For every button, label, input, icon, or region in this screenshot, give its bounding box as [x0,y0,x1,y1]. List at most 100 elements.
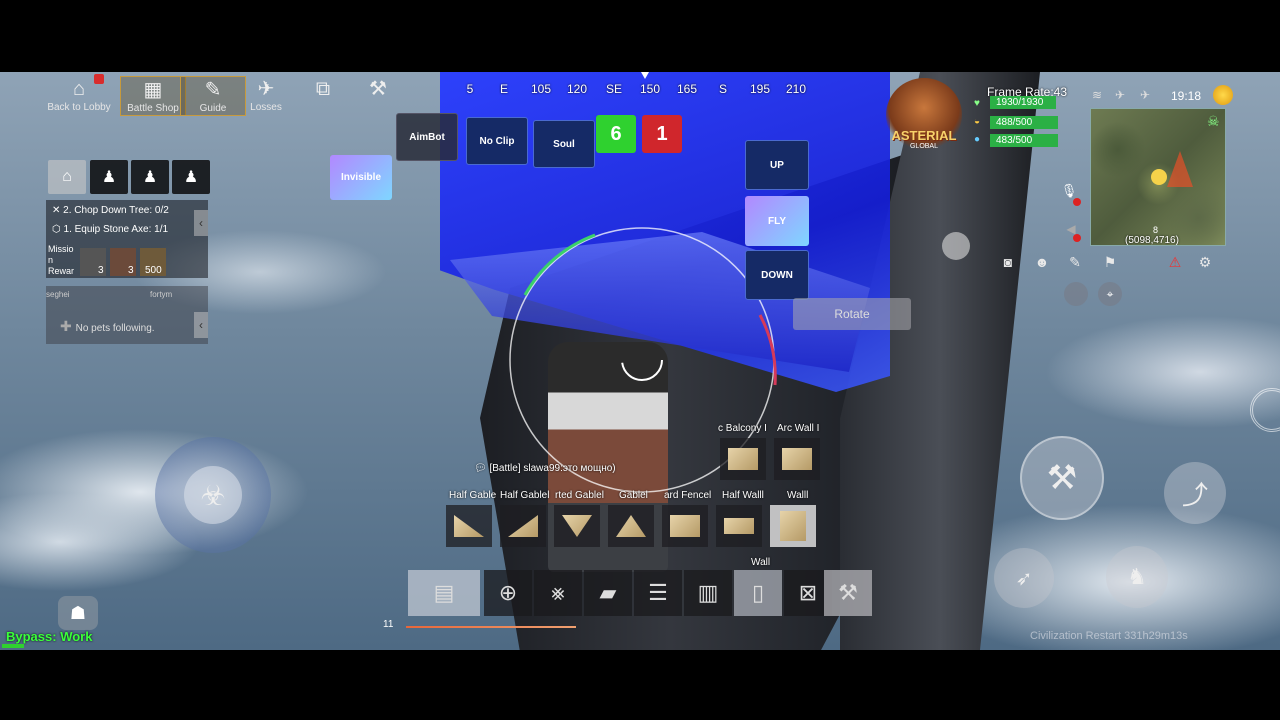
camera-icon[interactable]: ◙ [996,250,1020,274]
battle-shop-button[interactable]: ▦ Battle Shop [120,76,186,116]
invisible-button[interactable]: Invisible [330,155,392,200]
wall-icon [780,511,806,541]
team-slot[interactable]: ♟ [90,160,128,194]
build-label: c Balcony I [718,423,767,434]
gas-mask-button[interactable]: ☗ [58,596,98,630]
hotbar-count: 11 [383,619,394,630]
box-icon: ⊠ [798,580,818,605]
prone-button[interactable]: ➶ [994,548,1054,608]
losses-icon: ✈ [257,78,275,100]
build-wall[interactable] [770,505,816,547]
build-label: Half Gable [449,490,497,501]
aimbot-button[interactable]: AimBot [396,113,458,161]
status-indicator [2,644,24,648]
fly-button[interactable]: FLY [745,196,809,246]
nav-label: Back to Lobby [47,102,111,113]
build-half-wall[interactable] [716,505,762,547]
map-coordinates: (5098,4716) [1125,235,1179,246]
joystick-thumb[interactable]: ☣ [184,466,242,524]
biohazard-icon: ☣ [200,479,226,511]
coin-icon[interactable] [1213,85,1233,105]
health-value: 1930/1930 [996,97,1044,108]
quest-item[interactable]: ✕ 2. Chop Down Tree: 0/2 [52,205,169,216]
mission-reward-label: Missio n Rewar [48,244,75,276]
build-half-gable-2[interactable] [500,505,546,547]
player-name: fortym [150,290,173,299]
plane-icon: ✈ [1115,88,1126,102]
food-bar: 488/500 [990,116,1058,129]
collapse-quests-button[interactable]: ‹ [194,210,208,236]
hotbar-stairs[interactable]: ☰ [634,570,682,616]
stairs-icon: ☰ [648,580,668,605]
movement-joystick[interactable]: ☣ [155,437,271,553]
minimap[interactable]: ☠ 8 (5098,4716) [1090,108,1226,246]
build-gable[interactable] [608,505,654,547]
notification-badge [94,74,104,84]
build-inverted-gable[interactable] [554,505,600,547]
build-balcony[interactable] [720,438,766,480]
compass-tick: 195 [749,82,771,96]
build-arc-wall[interactable] [774,438,820,480]
reward-count: 3 [128,265,134,276]
build-label: Half Walll [722,490,764,501]
build-label: ard Fencel [664,490,712,501]
tool-icon: ⚒ [369,78,387,100]
location-pin-button[interactable]: ⌖ [1098,282,1122,306]
team-slot[interactable]: ♟ [131,160,169,194]
flag-icon[interactable]: ⚑ [1098,250,1122,274]
build-half-gable[interactable] [446,505,492,547]
warning-icon[interactable]: ⚠ [1163,250,1187,274]
reward-count: 500 [145,265,162,276]
nav-label: Losses [250,102,282,113]
gear-icon[interactable]: ⚙ [1193,250,1217,274]
half-gable-icon [454,515,484,537]
mask-icon[interactable]: ☻ [1030,250,1054,274]
rotate-button[interactable]: Rotate [793,298,911,330]
pets-text: No pets following. [75,323,155,334]
quest-item[interactable]: ⬡ 1. Equip Stone Axe: 1/1 [52,224,168,235]
hotbar-tools[interactable]: ⚒ [824,570,872,616]
noclip-button[interactable]: No Clip [466,117,528,165]
tool-button[interactable]: ⚒ [345,76,411,116]
compass-tick: 165 [676,82,698,96]
half-wall-icon [724,518,754,534]
hotbar-sticks[interactable]: ⨳ [534,570,582,616]
hotbar-blueprint[interactable]: ▤ [408,570,480,616]
prone-icon: ➶ [1015,567,1033,590]
hotbar-wall[interactable]: ▯ [734,570,782,616]
blueprint-icon: ▤ [433,580,455,605]
compass-tick: 120 [566,82,588,96]
chat-message[interactable]: 💬︎ [Battle] slawa99:это мощно) [474,463,616,474]
compass-tick: 105 [530,82,552,96]
hexagon-icon: ⬡ [52,224,64,235]
axe-icon: ⚒ [1046,459,1078,497]
microphone-icon: 🎙︎ [1060,183,1078,198]
down-button[interactable]: DOWN [745,250,809,300]
team-slot[interactable]: ♟ [172,160,210,194]
quest-text: 1. Equip Stone Axe: 1/1 [63,224,169,235]
home-icon: ⌂ [72,78,86,100]
team-slot-add[interactable]: ⌂ [48,160,86,194]
hotbar-add[interactable]: ⊕ [484,570,532,616]
arc-wall-icon [782,448,812,470]
hotbar-foundation[interactable]: ▰ [584,570,632,616]
door-frame-icon: ▥ [697,580,719,605]
back-to-lobby-button[interactable]: ⌂ Back to Lobby [46,74,112,116]
compass-tick: SE [605,82,623,96]
hotbar-door-frame[interactable]: ▥ [684,570,732,616]
interact-button[interactable] [942,232,970,260]
jump-button[interactable]: ⤴ [1164,462,1226,524]
pen-icon[interactable]: ✎ [1063,250,1087,274]
crouch-button[interactable]: ♞ [1106,546,1168,608]
lock-button[interactable] [1064,282,1088,306]
soul-button[interactable]: Soul [533,120,595,168]
chevron-left-icon: ‹ [199,318,203,332]
chat-bubble-icon: 💬︎ [474,463,490,474]
health-bar: 1930/1930 [990,96,1056,109]
heart-icon: ♥ [974,98,980,109]
build-yard-fence[interactable] [662,505,708,547]
attack-button[interactable]: ⚒ [1020,436,1104,520]
collapse-pets-button[interactable]: ‹ [194,312,208,338]
up-button[interactable]: UP [745,140,809,190]
compass-tick: 5 [466,82,474,96]
